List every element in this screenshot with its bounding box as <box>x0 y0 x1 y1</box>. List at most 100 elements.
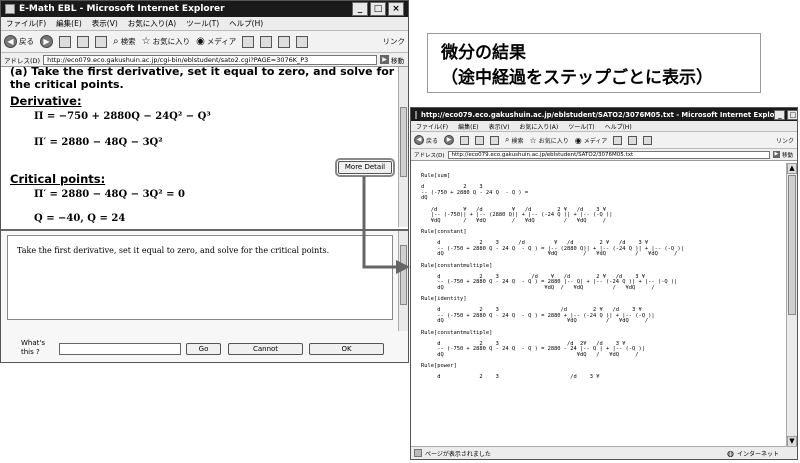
forward-arrow-icon: ▶ <box>40 35 53 48</box>
ok-button[interactable]: OK <box>309 343 384 355</box>
media-button[interactable]: ◉ メディア <box>572 136 611 145</box>
go-arrow-icon: ▶ <box>772 151 780 158</box>
go-button[interactable]: ▶ 移動 <box>772 151 797 159</box>
edit-icon <box>296 35 309 48</box>
forward-button[interactable]: ▶ <box>441 135 457 145</box>
favorites-label: お気に入り <box>152 37 191 46</box>
lower-frame-scrollbar[interactable] <box>398 231 408 331</box>
explanation-textarea[interactable]: Take the first derivative, set it equal … <box>7 235 393 320</box>
address-input[interactable]: http://eco079.eco.gakushuin.ac.jp/eblstu… <box>447 150 770 159</box>
stop-button[interactable] <box>56 35 74 48</box>
print-icon <box>643 135 653 145</box>
menu-tools[interactable]: ツール(T) <box>563 122 599 131</box>
search-button[interactable]: ⌕ 検索 <box>502 135 527 145</box>
search-button[interactable]: ⌕ 検索 <box>110 36 139 47</box>
minimize-button[interactable]: _ <box>774 109 786 120</box>
back-arrow-icon: ◀ <box>4 35 17 48</box>
close-button[interactable]: × <box>388 2 404 16</box>
critical-points-solution: Q = −40, Q = 24 <box>34 213 126 224</box>
right-address-bar: アドレス(D) http://eco079.eco.gakushuin.ac.j… <box>411 149 797 161</box>
favorites-label: お気に入り <box>538 137 569 145</box>
right-document-scroll-thumb[interactable] <box>788 175 796 315</box>
home-button[interactable] <box>487 135 502 145</box>
left-address-bar: アドレス(D) http://eco079.eco.gakushuin.ac.j… <box>1 53 408 67</box>
back-button[interactable]: ◀ 戻る <box>1 35 37 48</box>
menu-help[interactable]: ヘルプ(H) <box>600 122 637 131</box>
minimize-button[interactable]: _ <box>352 2 368 16</box>
links-button[interactable]: リンク <box>773 136 797 145</box>
links-button[interactable]: リンク <box>380 36 409 47</box>
left-toolbar: ◀ 戻る ▶ ⌕ 検索 ☆ お気に入り ◉ メディア リンク <box>1 31 408 53</box>
back-arrow-icon: ◀ <box>414 135 424 145</box>
menu-edit[interactable]: 編集(E) <box>453 122 483 131</box>
cannot-button[interactable]: Cannot <box>228 343 303 355</box>
menu-file[interactable]: ファイル(F) <box>1 18 51 29</box>
left-content-scroll-thumb[interactable] <box>400 107 407 177</box>
address-label: アドレス(D) <box>414 152 445 159</box>
more-detail-button[interactable]: More Detail <box>335 158 395 177</box>
menu-tools[interactable]: ツール(T) <box>181 18 224 29</box>
left-content-scrollbar[interactable] <box>398 67 408 227</box>
stop-button[interactable] <box>457 135 472 145</box>
back-label: 戻る <box>426 137 439 145</box>
lower-frame-scroll-thumb[interactable] <box>400 245 407 305</box>
go-arrow-icon: ▶ <box>380 55 389 64</box>
links-label: リンク <box>775 137 794 145</box>
menu-edit[interactable]: 編集(E) <box>51 18 87 29</box>
answer-input[interactable] <box>59 343 181 355</box>
globe-icon: ◍ <box>727 448 734 458</box>
derivative-label: Derivative: <box>10 94 82 108</box>
refresh-icon <box>475 135 485 145</box>
home-button[interactable] <box>92 35 110 48</box>
print-button[interactable] <box>640 135 655 145</box>
search-icon: ⌕ <box>505 135 510 144</box>
menu-file[interactable]: ファイル(F) <box>411 122 453 131</box>
maximize-button[interactable]: □ <box>370 2 386 16</box>
menu-favorites[interactable]: お気に入り(A) <box>514 122 563 131</box>
address-input[interactable]: http://eco079.eco.gakushuin.ac.jp/cgi-bi… <box>43 54 377 65</box>
back-button[interactable]: ◀ 戻る <box>411 135 441 145</box>
explanation-text: Take the first derivative, set it equal … <box>17 246 330 255</box>
ie-icon <box>5 4 15 14</box>
right-toolbar: ◀ 戻る ▶ ⌕ 検索 ☆ お気に入り ◉ メディア リンク <box>411 132 797 149</box>
media-icon: ◉ <box>574 135 582 145</box>
left-menu-bar: ファイル(F) 編集(E) 表示(V) お気に入り(A) ツール(T) ヘルプ(… <box>1 17 408 31</box>
derivative-equation: Π′ = 2880 − 48Q − 3Q² = 0 <box>34 189 185 200</box>
edit-button[interactable] <box>293 35 311 48</box>
maximize-button[interactable]: □ <box>787 109 797 120</box>
history-icon <box>613 135 623 145</box>
lower-frame: Take the first derivative, set it equal … <box>1 229 408 362</box>
status-bar: ページが表示されました ◍ インターネット <box>411 446 797 459</box>
mail-button[interactable] <box>625 135 640 145</box>
scroll-up-arrow-icon[interactable]: ▲ <box>787 163 797 174</box>
right-browser-window: http://eco079.eco.gakushuin.ac.jp/eblstu… <box>410 107 798 460</box>
back-label: 戻る <box>19 37 34 46</box>
whats-this-label: What's this ? <box>21 339 45 356</box>
go-answer-button[interactable]: Go <box>186 343 221 355</box>
mail-button[interactable] <box>257 35 275 48</box>
star-icon: ☆ <box>141 36 151 47</box>
right-title-bar: http://eco079.eco.gakushuin.ac.jp/eblstu… <box>411 108 797 121</box>
go-button[interactable]: ▶ 移動 <box>380 55 408 65</box>
print-icon <box>278 35 291 48</box>
refresh-button[interactable] <box>74 35 92 48</box>
refresh-button[interactable] <box>472 135 487 145</box>
stop-icon <box>59 35 71 48</box>
history-button[interactable] <box>239 35 257 48</box>
menu-view[interactable]: 表示(V) <box>87 18 123 29</box>
left-title-bar: E-Math EBL - Microsoft Internet Explorer… <box>1 1 408 17</box>
menu-favorites[interactable]: お気に入り(A) <box>123 18 181 29</box>
mail-icon <box>260 35 273 48</box>
media-button[interactable]: ◉ メディア <box>193 36 239 47</box>
print-button[interactable] <box>275 35 293 48</box>
internet-zone: ◍ インターネット <box>727 449 797 458</box>
forward-button[interactable]: ▶ <box>37 35 56 48</box>
menu-help[interactable]: ヘルプ(H) <box>224 18 268 29</box>
page-done-icon <box>414 449 422 457</box>
history-icon <box>242 35 255 48</box>
favorites-button[interactable]: ☆ お気に入り <box>139 36 193 47</box>
history-button[interactable] <box>610 135 625 145</box>
right-document-scrollbar[interactable]: ▲ ▼ <box>786 163 797 447</box>
menu-view[interactable]: 表示(V) <box>484 122 515 131</box>
favorites-button[interactable]: ☆ お気に入り <box>527 136 572 145</box>
